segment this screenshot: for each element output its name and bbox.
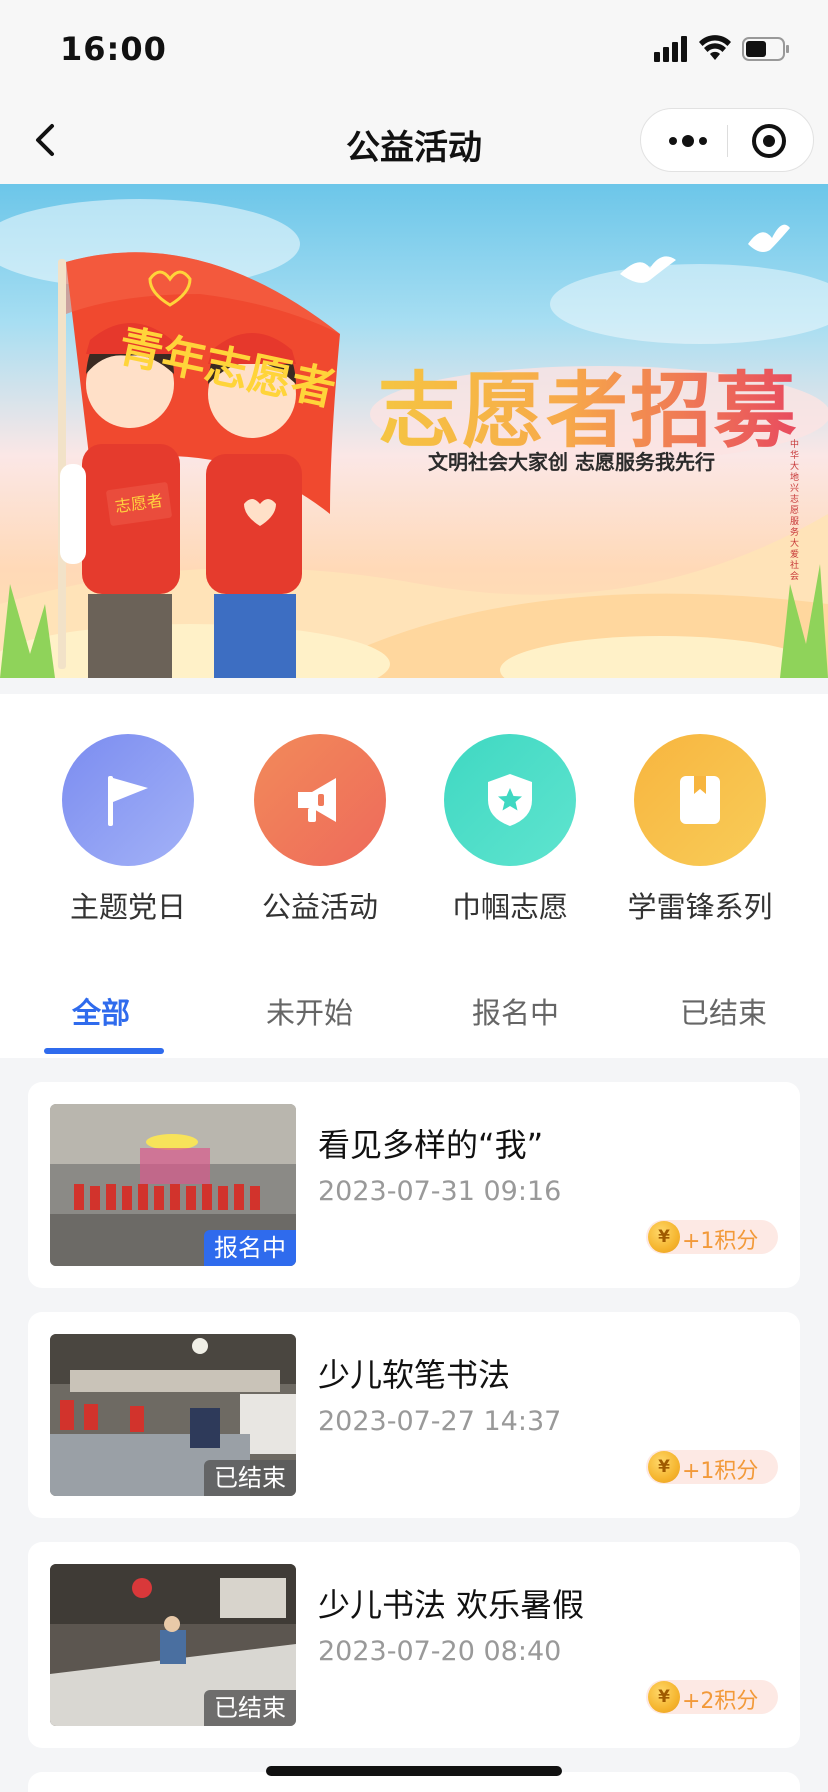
category-circle [254, 734, 386, 866]
category-public-welfare[interactable]: 公益活动 [230, 734, 410, 934]
status-badge: 报名中 [204, 1230, 296, 1266]
activity-thumbnail: 已结束 [50, 1564, 296, 1726]
banner[interactable]: 青年志愿者 志愿者 志愿者招募 文明社会大家创 志愿服务我先行 中华大地兴志愿服… [0, 184, 828, 678]
points-text: +1积分 [682, 1229, 759, 1254]
banner-subtitle: 文明社会大家创 志愿服务我先行 [428, 450, 715, 474]
activity-title: 看见多样的“我” [318, 1126, 544, 1164]
target-icon[interactable] [751, 123, 787, 159]
activity-date: 2023-07-31 09:16 [318, 1176, 562, 1207]
category-circle [62, 734, 194, 866]
coin-icon: ¥ [648, 1221, 680, 1253]
active-tab-indicator [44, 1048, 164, 1054]
megaphone-icon [298, 778, 336, 822]
activity-thumbnail: 报名中 [50, 1104, 296, 1266]
status-badge: 已结束 [204, 1690, 296, 1726]
points-badge: ¥ +1积分 [646, 1220, 778, 1254]
category-label: 学雷锋系列 [627, 890, 773, 924]
category-circle [444, 734, 576, 866]
activity-title: 少儿软笔书法 [318, 1356, 511, 1394]
tab-all[interactable]: 全部 [72, 990, 130, 1032]
signal-icon [654, 36, 687, 62]
filter-tabs: 全部 未开始 报名中 已结束 [0, 958, 828, 1058]
coin-icon: ¥ [648, 1681, 680, 1713]
mini-program-capsule [640, 108, 814, 172]
category-learn-leifeng[interactable]: 学雷锋系列 [610, 734, 790, 934]
activity-card[interactable]: 报名中 看见多样的“我” 2023-07-31 09:16 ¥ +1积分 [28, 1082, 800, 1288]
tab-not-started[interactable]: 未开始 [266, 990, 353, 1032]
status-bar: 16:00 [0, 0, 828, 98]
activity-card[interactable]: 已结束 少儿书法 欢乐暑假 2023-07-20 08:40 ¥ +2积分 [28, 1542, 800, 1748]
activity-card[interactable]: 已结束 少儿软笔书法 2023-07-27 14:37 ¥ +1积分 [28, 1312, 800, 1518]
wifi-icon [699, 35, 731, 60]
flag-icon [108, 776, 148, 826]
points-text: +1积分 [682, 1459, 759, 1484]
home-indicator [266, 1766, 562, 1776]
category-circle [634, 734, 766, 866]
points-text: +2积分 [682, 1689, 759, 1714]
tab-registering[interactable]: 报名中 [472, 990, 559, 1032]
category-women-volunteer[interactable]: 巾帼志愿 [420, 734, 600, 934]
category-label: 巾帼志愿 [451, 890, 568, 924]
activity-title: 少儿书法 欢乐暑假 [318, 1586, 585, 1624]
activity-thumbnail: 已结束 [50, 1334, 296, 1496]
capsule-divider [727, 125, 728, 157]
shield-star-icon [488, 774, 532, 826]
tab-ended[interactable]: 已结束 [680, 990, 767, 1032]
coin-icon: ¥ [648, 1451, 680, 1483]
points-badge: ¥ +2积分 [646, 1680, 778, 1714]
banner-vertical-text: 中华大地兴志愿服务大爱社会 [790, 440, 800, 582]
activity-date: 2023-07-27 14:37 [318, 1406, 562, 1437]
status-badge: 已结束 [204, 1460, 296, 1496]
more-dots-icon[interactable] [663, 127, 713, 155]
bookmark-icon [680, 776, 720, 824]
status-time: 16:00 [60, 30, 167, 68]
activity-date: 2023-07-20 08:40 [318, 1636, 562, 1667]
points-badge: ¥ +1积分 [646, 1450, 778, 1484]
category-label: 公益活动 [261, 890, 378, 924]
category-theme-party-day[interactable]: 主题党日 [38, 734, 218, 934]
battery-icon [742, 37, 789, 61]
category-label: 主题党日 [69, 890, 186, 924]
nav-bar: 公益活动 [0, 98, 828, 184]
